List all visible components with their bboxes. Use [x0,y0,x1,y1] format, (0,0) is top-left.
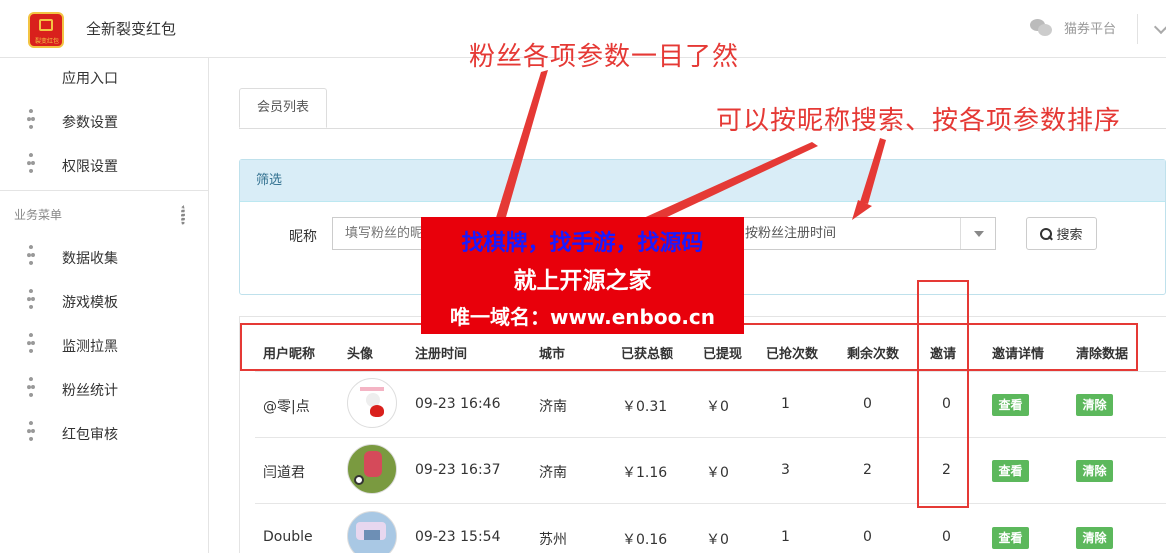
annotation-arrowhead [852,200,872,220]
watermark-banner: 找棋牌，找手游，找源码 就上开源之家 唯一域名：www.enboo.cn [421,217,744,334]
annotation-text: 可以按昵称搜索、按各项参数排序 [716,106,1122,136]
annotation-text: 粉丝各项参数一目了然 [469,42,740,72]
app-root: 裂变红包 全新裂变红包 猫券平台 应用入口 参数设置 权限设置 业务菜单 数据收… [0,0,1166,553]
watermark-line: 找棋牌，找手游，找源码 [461,231,704,256]
annotation-arrow [860,138,886,204]
watermark-line: 就上开源之家 [513,268,652,294]
watermark-line: 唯一域名：www.enboo.cn [449,305,716,329]
